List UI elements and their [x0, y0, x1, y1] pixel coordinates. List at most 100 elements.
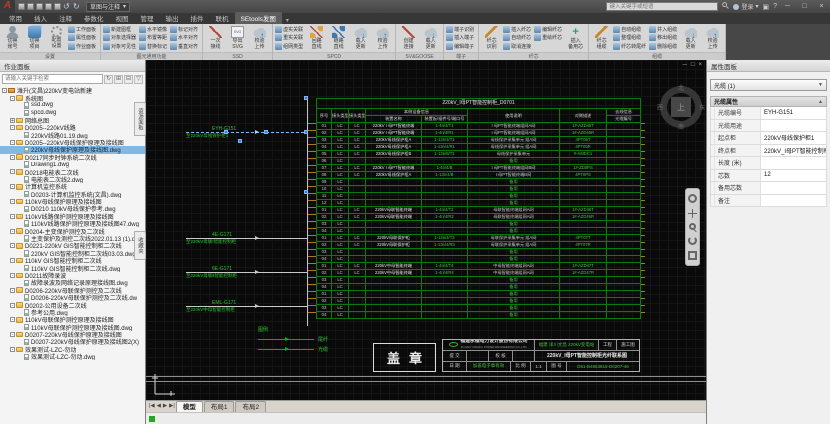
- tree-file-item[interactable]: 主变保护及测控二次线2022.01.13 (1).dv: [0, 235, 145, 242]
- ribbon-tab-参数化[interactable]: 参数化: [78, 12, 110, 24]
- ribbon-tab-常用[interactable]: 常用: [3, 12, 28, 24]
- ribbon-button-水平对齐[interactable]: 水平对齐: [170, 34, 200, 43]
- task-panel-header[interactable]: 作业面板: [0, 60, 145, 72]
- ucs-icon[interactable]: [150, 370, 176, 396]
- expand-all-icon[interactable]: ⊞: [114, 75, 123, 84]
- grip-handle[interactable]: [304, 96, 308, 100]
- compass-south[interactable]: 南: [678, 122, 684, 131]
- tree-folder-item[interactable]: -D0217同步时钟系统二次线: [0, 154, 145, 161]
- tree-file-item[interactable]: 220kV母线保护原理及接线图.dwg: [0, 146, 145, 153]
- tree-file-item[interactable]: Drawing1.dwg: [0, 161, 145, 168]
- ribbon-button-创建连接[interactable]: 创建连接: [398, 25, 419, 51]
- compass-east[interactable]: 东: [699, 103, 705, 112]
- tree-folder-item[interactable]: -系统图: [0, 94, 145, 101]
- minimize-button[interactable]: ─: [781, 1, 794, 13]
- layout-tab-模型[interactable]: 模型: [176, 401, 203, 412]
- property-section-header[interactable]: 光缆属性 ▲: [710, 96, 827, 107]
- tree-folder-item[interactable]: -110kV GIS智能控制柜二次线: [0, 257, 145, 264]
- layout-tab-布局2[interactable]: 布局2: [235, 401, 266, 412]
- ribbon-button-校验上传[interactable]: 校验上传: [249, 25, 270, 51]
- property-value[interactable]: [761, 182, 826, 194]
- ribbon-button-对象选择器[interactable]: 对象选择器: [103, 34, 138, 43]
- cable-label[interactable]: 6E-G171至220kV母联Ⅱ智能控制柜: [186, 266, 307, 279]
- cable-label[interactable]: EML-G171至220kV中母智能控制柜: [186, 300, 307, 313]
- last-tab-icon[interactable]: ▶|: [169, 401, 175, 412]
- grip-handle[interactable]: [224, 130, 228, 134]
- tree-folder-item[interactable]: -D0207-220kV母线保护原理及接线图: [0, 331, 145, 338]
- tree-toggle-icon[interactable]: -: [10, 317, 15, 322]
- cable-line[interactable]: [186, 306, 307, 307]
- tree-toggle-icon[interactable]: -: [10, 140, 15, 145]
- ribbon-button-重绘纤芯[interactable]: 重绘纤芯: [534, 34, 564, 43]
- ribbon-button-取消连接[interactable]: 取消连接: [503, 42, 533, 51]
- tree-toggle-icon[interactable]: -: [2, 88, 7, 93]
- ribbon-button-纤芯转尾纤[interactable]: 纤芯转尾纤: [613, 42, 648, 51]
- a360-icon[interactable]: ▣: [762, 3, 769, 11]
- tree-toggle-icon[interactable]: -: [10, 169, 15, 174]
- ribbon-button-并入组缆[interactable]: 并入组缆: [649, 25, 679, 34]
- ribbon-button-作业面板[interactable]: 作业面板: [68, 42, 98, 51]
- tree-folder-item[interactable]: -D0205--220kV线路: [0, 124, 145, 131]
- tree-file-item[interactable]: 110kV线路保护测控原理及接线图47.dwg: [0, 220, 145, 227]
- ribbon-button-标记对齐[interactable]: 标记对齐: [170, 25, 200, 34]
- object-type-select[interactable]: 光缆 (1) ▼: [710, 79, 827, 91]
- help-icon[interactable]: ?: [773, 3, 777, 10]
- ribbon-button-虚实关联[interactable]: 虚实关联: [275, 25, 305, 34]
- tree-file-item[interactable]: D0210 110kV母线保护参考.dwg: [0, 205, 145, 212]
- ribbon-button-回路直线[interactable]: 回路直线: [306, 25, 327, 51]
- cable-line[interactable]: [186, 272, 307, 273]
- saveas-icon[interactable]: [45, 3, 52, 10]
- property-value[interactable]: [761, 195, 826, 207]
- property-value[interactable]: 220kV母线保护柜1: [761, 132, 826, 144]
- tree-file-item[interactable]: 参考公用.dwg: [0, 309, 145, 316]
- compass-top-face[interactable]: 上: [671, 97, 691, 117]
- plot-icon[interactable]: [54, 3, 61, 10]
- close-button[interactable]: ×: [815, 1, 828, 13]
- ribbon-button-自动纤芯[interactable]: 自动纤芯: [503, 34, 533, 43]
- grip-handle[interactable]: [238, 139, 242, 143]
- tree-file-item[interactable]: 110kV母联保护测控原理及接线图.dwg: [0, 324, 145, 331]
- ribbon-button-重实关联[interactable]: 重实关联: [275, 34, 305, 43]
- showmotion-icon[interactable]: [688, 251, 697, 260]
- ribbon-button-校验上传[interactable]: 校验上传: [372, 25, 393, 51]
- tree-file-item[interactable]: 故障录波及网络记录原理接线图.dwg: [0, 279, 145, 286]
- pan-icon[interactable]: [688, 209, 697, 218]
- ribbon-button-新建图框[interactable]: 新建图框: [103, 25, 138, 34]
- doc-restore-icon[interactable]: □: [691, 62, 695, 68]
- search-icon[interactable]: [722, 2, 729, 11]
- tree-file-item[interactable]: ssd.dwg: [0, 102, 145, 109]
- ribbon-button-端子识别[interactable]: 端子识别: [446, 25, 476, 34]
- tree-folder-item[interactable]: -D0204-主变保护测控及二次线: [0, 227, 145, 234]
- ribbon-button-水平镜像[interactable]: 水平镜像: [139, 25, 169, 34]
- tree-file-item[interactable]: 220kV GIS智能控制柜二次线03.03.dwg: [0, 250, 145, 257]
- ribbon-tab-SEtools发图[interactable]: SEtools发图: [235, 12, 282, 24]
- doc-minimize-icon[interactable]: ─: [683, 62, 687, 68]
- ribbon-button-替换标记[interactable]: 替换标记: [139, 42, 169, 51]
- workspace-switcher[interactable]: 草图与注释 ▾: [86, 2, 130, 12]
- ribbon-button-组网类型[interactable]: 组网类型: [275, 42, 305, 51]
- tree-folder-item[interactable]: -效果测试-LZC-勿动: [0, 346, 145, 353]
- ribbon-button-删除组缆[interactable]: 删除组缆: [649, 42, 679, 51]
- ribbon-button-导出SVG[interactable]: 导出SVG: [227, 25, 248, 51]
- tree-toggle-icon[interactable]: -: [10, 214, 15, 219]
- collapse-all-icon[interactable]: ⊟: [124, 75, 133, 84]
- ribbon-options-icon[interactable]: ▾: [286, 17, 289, 24]
- next-tab-icon[interactable]: ▶: [163, 401, 167, 412]
- tree-toggle-icon[interactable]: -: [10, 288, 15, 293]
- tree-toggle-icon[interactable]: -: [10, 184, 15, 189]
- save-icon[interactable]: [36, 3, 43, 10]
- tree-file-item[interactable]: D0206-220kV母联保护测控及二次线.dw: [0, 294, 145, 301]
- layout-tab-布局1[interactable]: 布局1: [204, 401, 235, 412]
- ribbon-button-配置设置[interactable]: 配置设置: [46, 25, 67, 50]
- tree-toggle-icon[interactable]: -: [10, 155, 15, 160]
- side-tab-favorites[interactable]: 收藏夹: [134, 231, 146, 260]
- ribbon-button-载入更新[interactable]: 载入更新: [680, 25, 701, 51]
- property-value[interactable]: EYH-G151: [761, 107, 826, 119]
- ribbon-button-一次接线[interactable]: 一次接线: [205, 25, 226, 51]
- tree-toggle-icon[interactable]: -: [10, 347, 15, 352]
- orbit-icon[interactable]: [688, 236, 697, 245]
- tree-folder-item[interactable]: -D0206-220kV母联保护测控及二次线: [0, 287, 145, 294]
- refresh-icon[interactable]: ↻: [104, 75, 113, 84]
- filter-icon[interactable]: ▽: [134, 75, 143, 84]
- cable-line[interactable]: [186, 238, 307, 239]
